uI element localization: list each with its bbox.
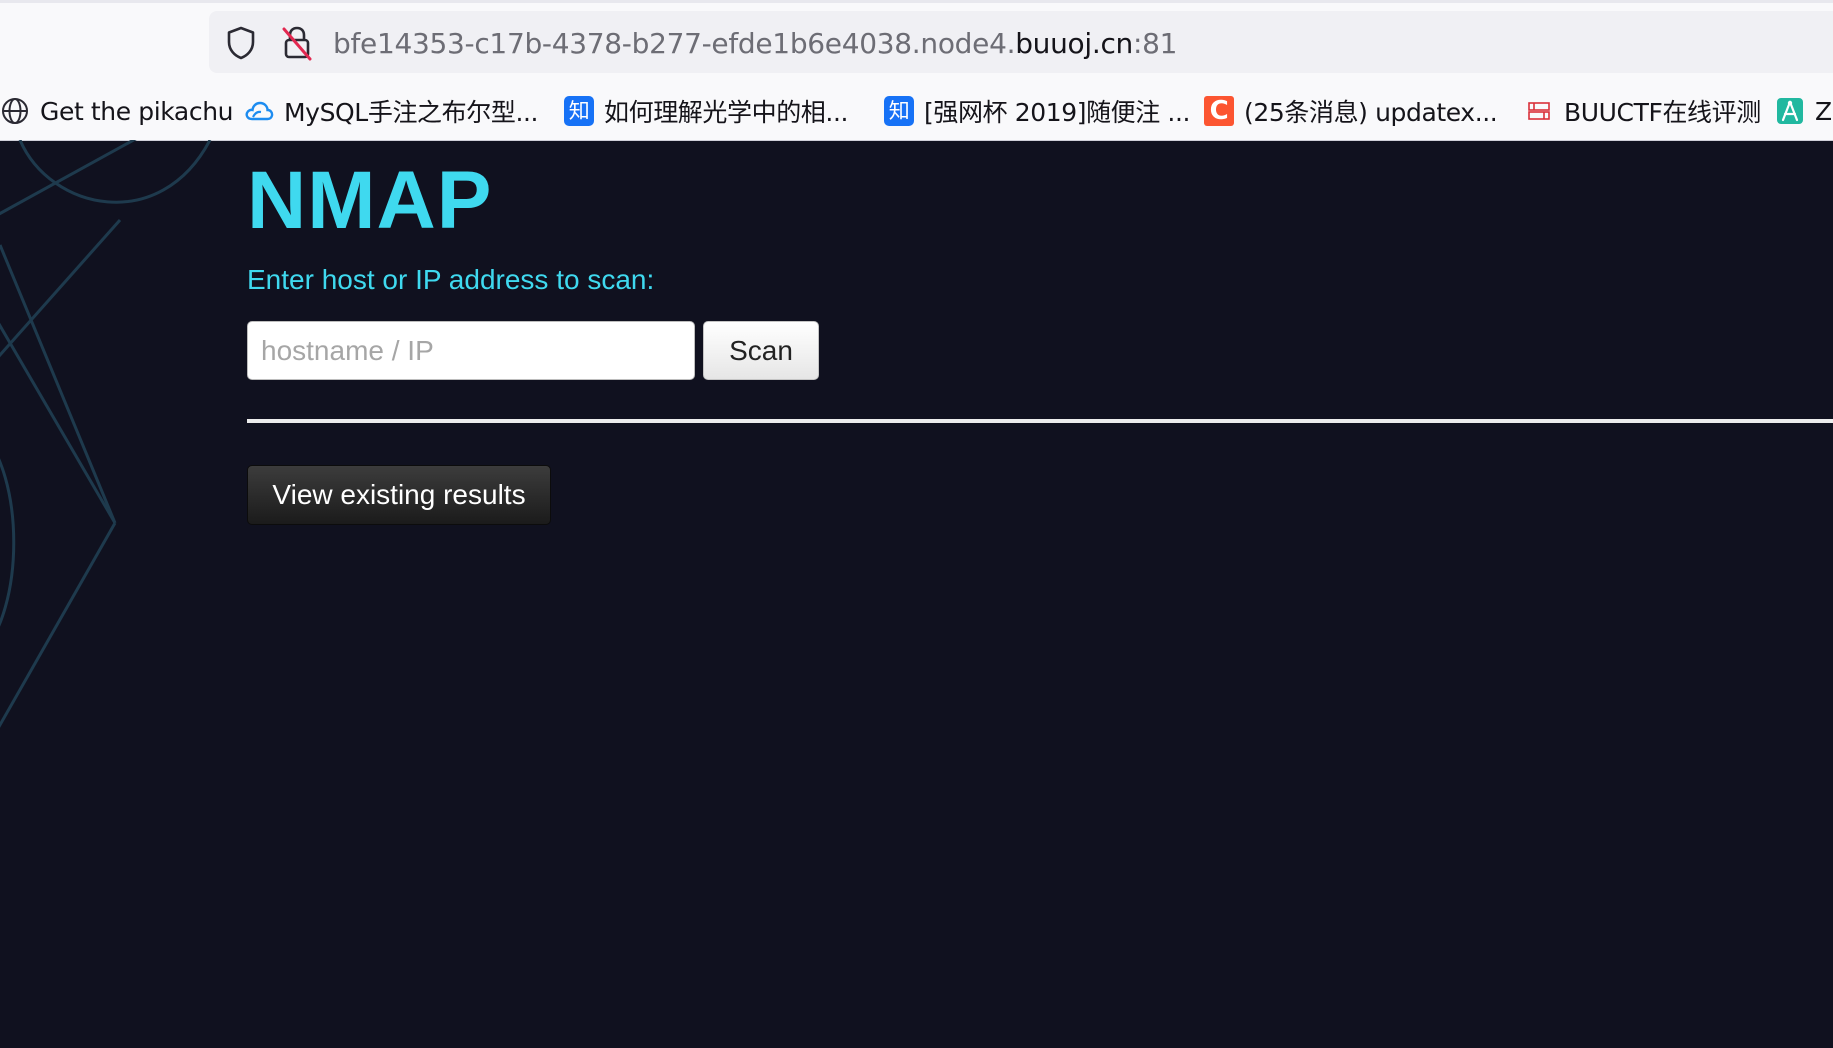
background-decoration [0,140,212,728]
insecure-lock-icon[interactable] [280,24,314,62]
bookmark-label: [强网杯 2019]随便注 ... [924,98,1191,127]
bookmark-qwb[interactable]: 知 [强网杯 2019]随便注 ... [884,88,1190,134]
bookmark-label: Z [1815,96,1832,126]
scan-prompt: Enter host or IP address to scan: [247,264,655,295]
url-prefix: bfe14353-c17b-4378-b277-efde1b6e4038.nod… [333,27,1016,60]
zhihu-icon: 知 [564,96,594,126]
compass-icon [1775,96,1805,126]
bookmark-optics[interactable]: 知 如何理解光学中的相... [564,88,848,134]
page-title: NMAP [247,155,493,246]
bookmark-label: (25条消息) updatex... [1244,98,1498,127]
buuctf-icon [1524,96,1554,126]
bookmark-z[interactable]: Z [1775,88,1832,134]
url-domain: buuoj.cn [1015,27,1134,60]
scan-button[interactable]: Scan [703,321,819,380]
bookmark-buuctf[interactable]: BUUCTF在线评测 [1524,88,1761,134]
url-port: :81 [1133,27,1178,60]
shield-icon[interactable] [224,24,258,62]
bookmark-mysql[interactable]: MySQL手注之布尔型... [244,88,538,134]
host-input[interactable] [247,321,695,380]
bookmark-label: 如何理解光学中的相... [604,98,849,127]
bookmark-updatex[interactable]: C (25条消息) updatex... [1204,88,1498,134]
bookmarks-bar: Get the pikachu MySQL手注之布尔型... 知 如何理解光学中… [0,88,1833,134]
cloud-icon [244,96,274,126]
browser-toolbar: bfe14353-c17b-4378-b277-efde1b6e4038.nod… [0,0,1833,141]
divider [247,419,1833,423]
csdn-icon: C [1204,96,1234,126]
tab-strip-edge [0,0,1833,3]
bookmark-label: MySQL手注之布尔型... [284,98,539,127]
bookmark-label: BUUCTF在线评测 [1564,98,1761,127]
view-results-button[interactable]: View existing results [247,465,551,525]
globe-icon [0,96,30,126]
bookmark-label: Get the pikachu [40,96,234,126]
zhihu-icon: 知 [884,96,914,126]
url-text[interactable]: bfe14353-c17b-4378-b277-efde1b6e4038.nod… [333,24,1177,64]
bookmark-get-the-pikachu[interactable]: Get the pikachu [0,88,233,134]
